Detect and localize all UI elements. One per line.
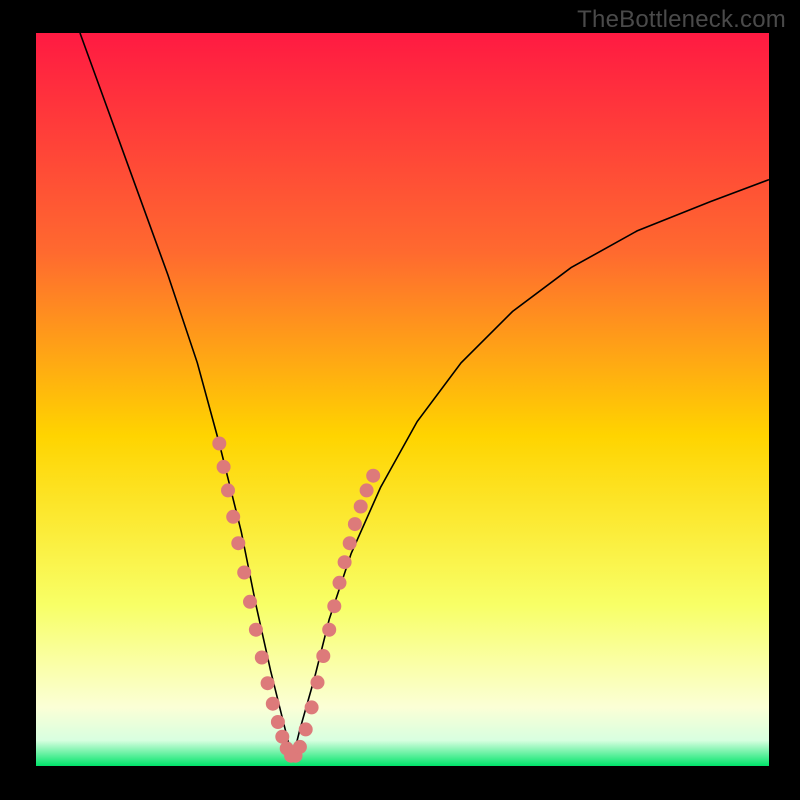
highlight-dot [266,697,280,711]
highlight-dot [226,510,240,524]
highlight-dot [348,517,362,531]
highlight-dot [221,483,235,497]
highlight-dot [212,437,226,451]
highlight-dot [366,469,380,483]
highlight-dot [316,649,330,663]
highlight-dot [354,500,368,514]
highlight-dot [343,536,357,550]
highlight-dot [305,700,319,714]
highlight-dot [217,460,231,474]
highlight-dot [333,576,347,590]
highlight-dot [237,566,251,580]
highlight-dot [293,740,307,754]
highlight-dot [243,595,257,609]
highlight-dot [360,483,374,497]
highlight-dot [231,536,245,550]
highlight-dot [255,651,269,665]
chart-frame: TheBottleneck.com [0,0,800,800]
highlight-dot [271,715,285,729]
highlight-dot [261,676,275,690]
highlight-dot [327,599,341,613]
highlight-dot [299,722,313,736]
plot-area [36,33,769,766]
highlight-dot [322,623,336,637]
highlight-dot [249,623,263,637]
watermark-text: TheBottleneck.com [577,6,786,34]
highlight-dot [311,675,325,689]
highlight-dot [338,555,352,569]
chart-svg [0,0,800,800]
